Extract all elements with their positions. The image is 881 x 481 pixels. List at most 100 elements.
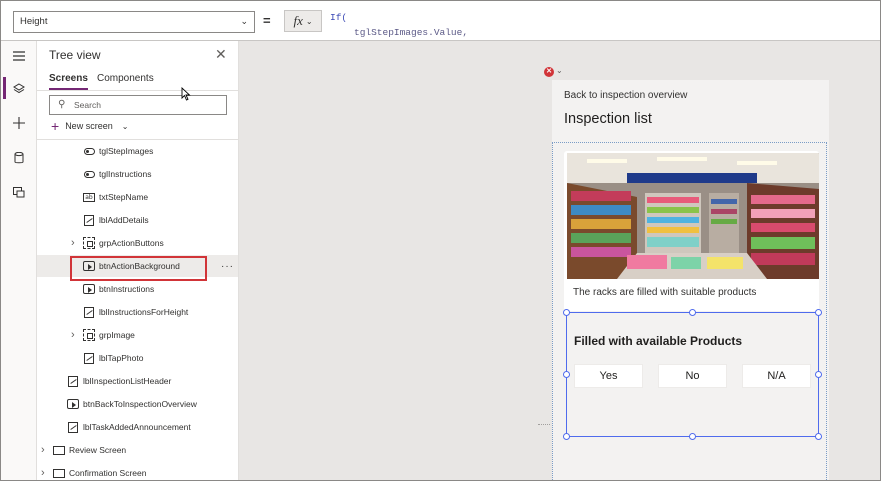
tree-node-label: lblInspectionListHeader: [83, 376, 172, 386]
chevron-down-icon[interactable]: ⌄: [556, 66, 563, 75]
resize-handle[interactable]: [689, 309, 696, 316]
tree-node[interactable]: lblTaskAddedAnnouncement: [37, 416, 238, 438]
label-icon: [83, 306, 95, 318]
back-to-overview-link[interactable]: Back to inspection overview: [564, 90, 687, 101]
design-canvas: ✕ ⌄ Back to inspection overview Inspecti…: [239, 41, 880, 480]
label-icon: [67, 421, 79, 433]
chevron-down-icon: ⌄: [240, 16, 248, 26]
tree-node-label: txtStepName: [99, 192, 149, 202]
tree-node[interactable]: ab txtStepName: [37, 186, 238, 208]
store-shelves-photo: [567, 153, 819, 279]
rail-active-indicator: [3, 77, 6, 99]
mouse-cursor-icon: [181, 87, 191, 101]
tree-node-label: btnBackToInspectionOverview: [83, 399, 197, 409]
toggle-icon: [83, 168, 95, 180]
equals-sign: =: [263, 13, 271, 28]
formula-bar: Height ⌄ = fx ⌄ If( tglStepImages.Value,: [1, 1, 880, 41]
inspection-card[interactable]: The racks are filled with suitable produ…: [564, 151, 819, 311]
chevron-right-icon[interactable]: ›: [71, 329, 75, 341]
tree-node-label: lblTapPhoto: [99, 353, 144, 363]
tree-node[interactable]: › Review Screen: [37, 439, 238, 461]
answer-na-button[interactable]: N/A: [742, 364, 811, 388]
property-value: Height: [20, 16, 48, 27]
new-screen-button[interactable]: + New screen ⌄: [51, 118, 129, 134]
chevron-down-icon: ⌄: [305, 16, 313, 26]
tab-components[interactable]: Components: [97, 73, 154, 84]
search-icon: ⚲: [58, 99, 66, 110]
inspection-gallery[interactable]: The racks are filled with suitable produ…: [552, 142, 827, 480]
layers-icon[interactable]: [10, 80, 28, 98]
question-title: Filled with available Products: [574, 334, 743, 348]
tree-node-label: Confirmation Screen: [69, 468, 147, 478]
tree-node-label: Review Screen: [69, 445, 127, 455]
tree-node[interactable]: lblInspectionListHeader: [37, 370, 238, 392]
tree-view-title: Tree view: [49, 48, 101, 62]
tree-node-label: grpImage: [99, 330, 135, 340]
page-title: Inspection list: [564, 111, 652, 127]
screen-icon: [53, 444, 65, 456]
database-icon[interactable]: [10, 149, 28, 167]
card-description: The racks are filled with suitable produ…: [573, 287, 757, 298]
tree-node[interactable]: › grpActionButtons: [37, 232, 238, 254]
property-dropdown[interactable]: Height ⌄: [13, 11, 255, 33]
answer-no-button[interactable]: No: [658, 364, 727, 388]
error-icon[interactable]: ✕: [544, 67, 554, 77]
chevron-right-icon[interactable]: ›: [41, 444, 45, 456]
tree-node[interactable]: lblInstructionsForHeight: [37, 301, 238, 323]
hamburger-icon[interactable]: [10, 47, 28, 65]
tree-node-label: lblInstructionsForHeight: [99, 307, 189, 317]
close-icon[interactable]: ✕: [215, 46, 227, 63]
question-container[interactable]: Filled with available Products Yes No N/…: [563, 309, 822, 440]
tree-node-label: lblTaskAddedAnnouncement: [83, 422, 191, 432]
toggle-icon: [83, 145, 95, 157]
plus-icon: +: [51, 118, 60, 134]
formula-line-1: If(: [330, 12, 348, 23]
new-screen-label: New screen: [65, 121, 113, 131]
tree-node[interactable]: › grpImage: [37, 324, 238, 346]
tabs-divider: [37, 90, 238, 91]
fx-button[interactable]: fx ⌄: [284, 10, 322, 32]
resize-handle[interactable]: [815, 433, 822, 440]
label-icon: [67, 375, 79, 387]
tree-node-label: lblAddDetails: [99, 215, 149, 225]
tree-node-label: grpActionButtons: [99, 238, 164, 248]
tree-node[interactable]: › Confirmation Screen: [37, 462, 238, 480]
tree-node[interactable]: tglStepImages: [37, 140, 238, 162]
resize-handle[interactable]: [563, 371, 570, 378]
formula-input[interactable]: If( tglStepImages.Value,: [327, 10, 875, 38]
search-placeholder: Search: [74, 100, 101, 110]
chevron-right-icon[interactable]: ›: [71, 237, 75, 249]
resize-handle[interactable]: [563, 433, 570, 440]
formula-line-2: tglStepImages.Value,: [354, 27, 469, 38]
label-icon: [83, 352, 95, 364]
tree-node[interactable]: btnActionBackground ···: [37, 255, 238, 281]
tree-node[interactable]: btnBackToInspectionOverview: [37, 393, 238, 415]
tree-node[interactable]: tglInstructions: [37, 163, 238, 185]
app-screen: Back to inspection overview Inspection l…: [552, 80, 829, 480]
group-icon: [83, 329, 95, 341]
media-icon[interactable]: [10, 183, 28, 201]
left-rail: [1, 41, 37, 480]
resize-handle[interactable]: [563, 309, 570, 316]
tree-node-label: btnInstructions: [99, 284, 155, 294]
guide-line: [538, 424, 550, 425]
resize-handle[interactable]: [689, 433, 696, 440]
plus-icon[interactable]: [10, 114, 28, 132]
chevron-down-icon: ⌄: [121, 121, 129, 131]
tree-node[interactable]: lblTapPhoto: [37, 347, 238, 369]
tree-view-panel: Tree view ✕ Screens Components ⚲ Search …: [37, 41, 239, 480]
resize-handle[interactable]: [815, 371, 822, 378]
tree-node[interactable]: lblAddDetails: [37, 209, 238, 231]
search-input[interactable]: ⚲ Search: [49, 95, 227, 115]
chevron-right-icon[interactable]: ›: [41, 467, 45, 479]
resize-handle[interactable]: [815, 309, 822, 316]
tree-node[interactable]: btnInstructions: [37, 278, 238, 300]
tab-screens[interactable]: Screens: [49, 73, 88, 90]
fx-icon: fx: [293, 13, 303, 28]
group-icon: [83, 237, 95, 249]
button-icon: [83, 283, 95, 295]
button-icon: [67, 398, 79, 410]
screen-icon: [53, 467, 65, 479]
more-options-icon[interactable]: ···: [221, 261, 234, 272]
answer-yes-button[interactable]: Yes: [574, 364, 643, 388]
